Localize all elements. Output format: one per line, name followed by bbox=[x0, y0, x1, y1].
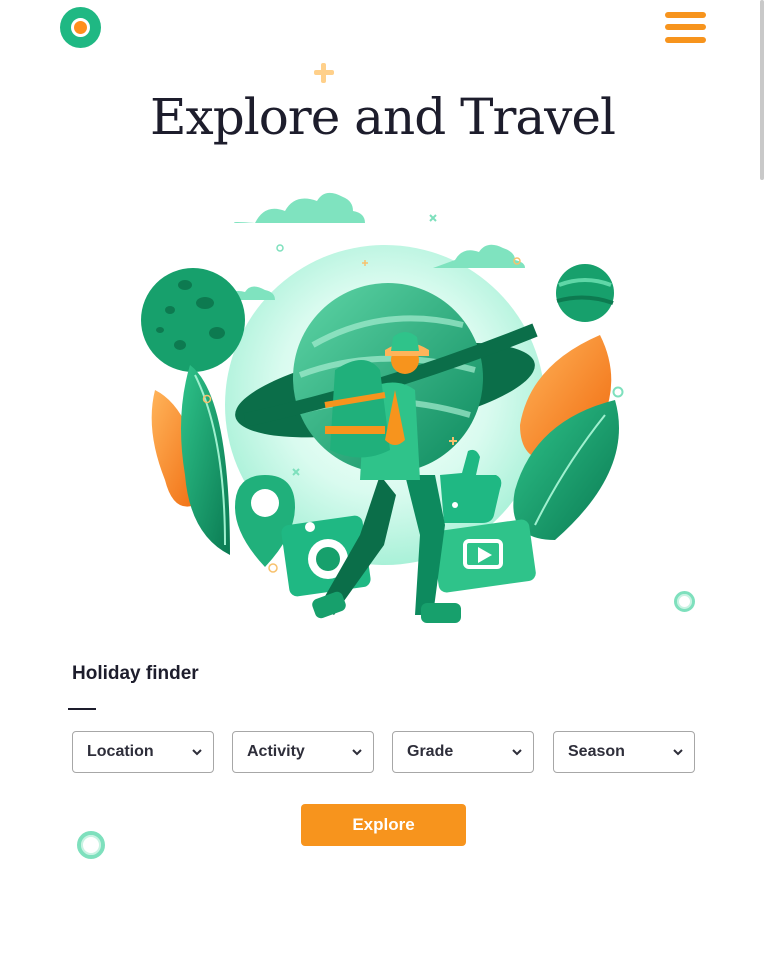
activity-select-value: Activity bbox=[247, 743, 305, 760]
chevron-down-icon bbox=[192, 749, 202, 756]
holiday-finder-title: Holiday finder bbox=[72, 663, 199, 684]
plus-decoration-icon bbox=[314, 63, 334, 83]
explore-button[interactable]: Explore bbox=[301, 804, 466, 846]
activity-select[interactable]: Activity bbox=[232, 731, 374, 773]
ring-decoration-icon bbox=[674, 591, 695, 612]
chevron-down-icon bbox=[512, 749, 522, 756]
location-select-value: Location bbox=[87, 743, 154, 760]
title-underline bbox=[68, 708, 96, 710]
grade-select-value: Grade bbox=[407, 743, 454, 760]
hamburger-menu-icon[interactable] bbox=[665, 11, 707, 45]
page-title: Explore and Travel bbox=[150, 88, 616, 146]
grade-select[interactable]: Grade bbox=[392, 731, 534, 773]
ring-decoration-icon bbox=[77, 831, 105, 859]
site-logo-icon[interactable] bbox=[60, 7, 101, 48]
hero-illustration bbox=[141, 192, 624, 623]
location-select[interactable]: Location bbox=[72, 731, 214, 773]
chevron-down-icon bbox=[352, 749, 362, 756]
season-select-value: Season bbox=[568, 743, 625, 760]
season-select[interactable]: Season bbox=[553, 731, 695, 773]
chevron-down-icon bbox=[673, 749, 683, 756]
